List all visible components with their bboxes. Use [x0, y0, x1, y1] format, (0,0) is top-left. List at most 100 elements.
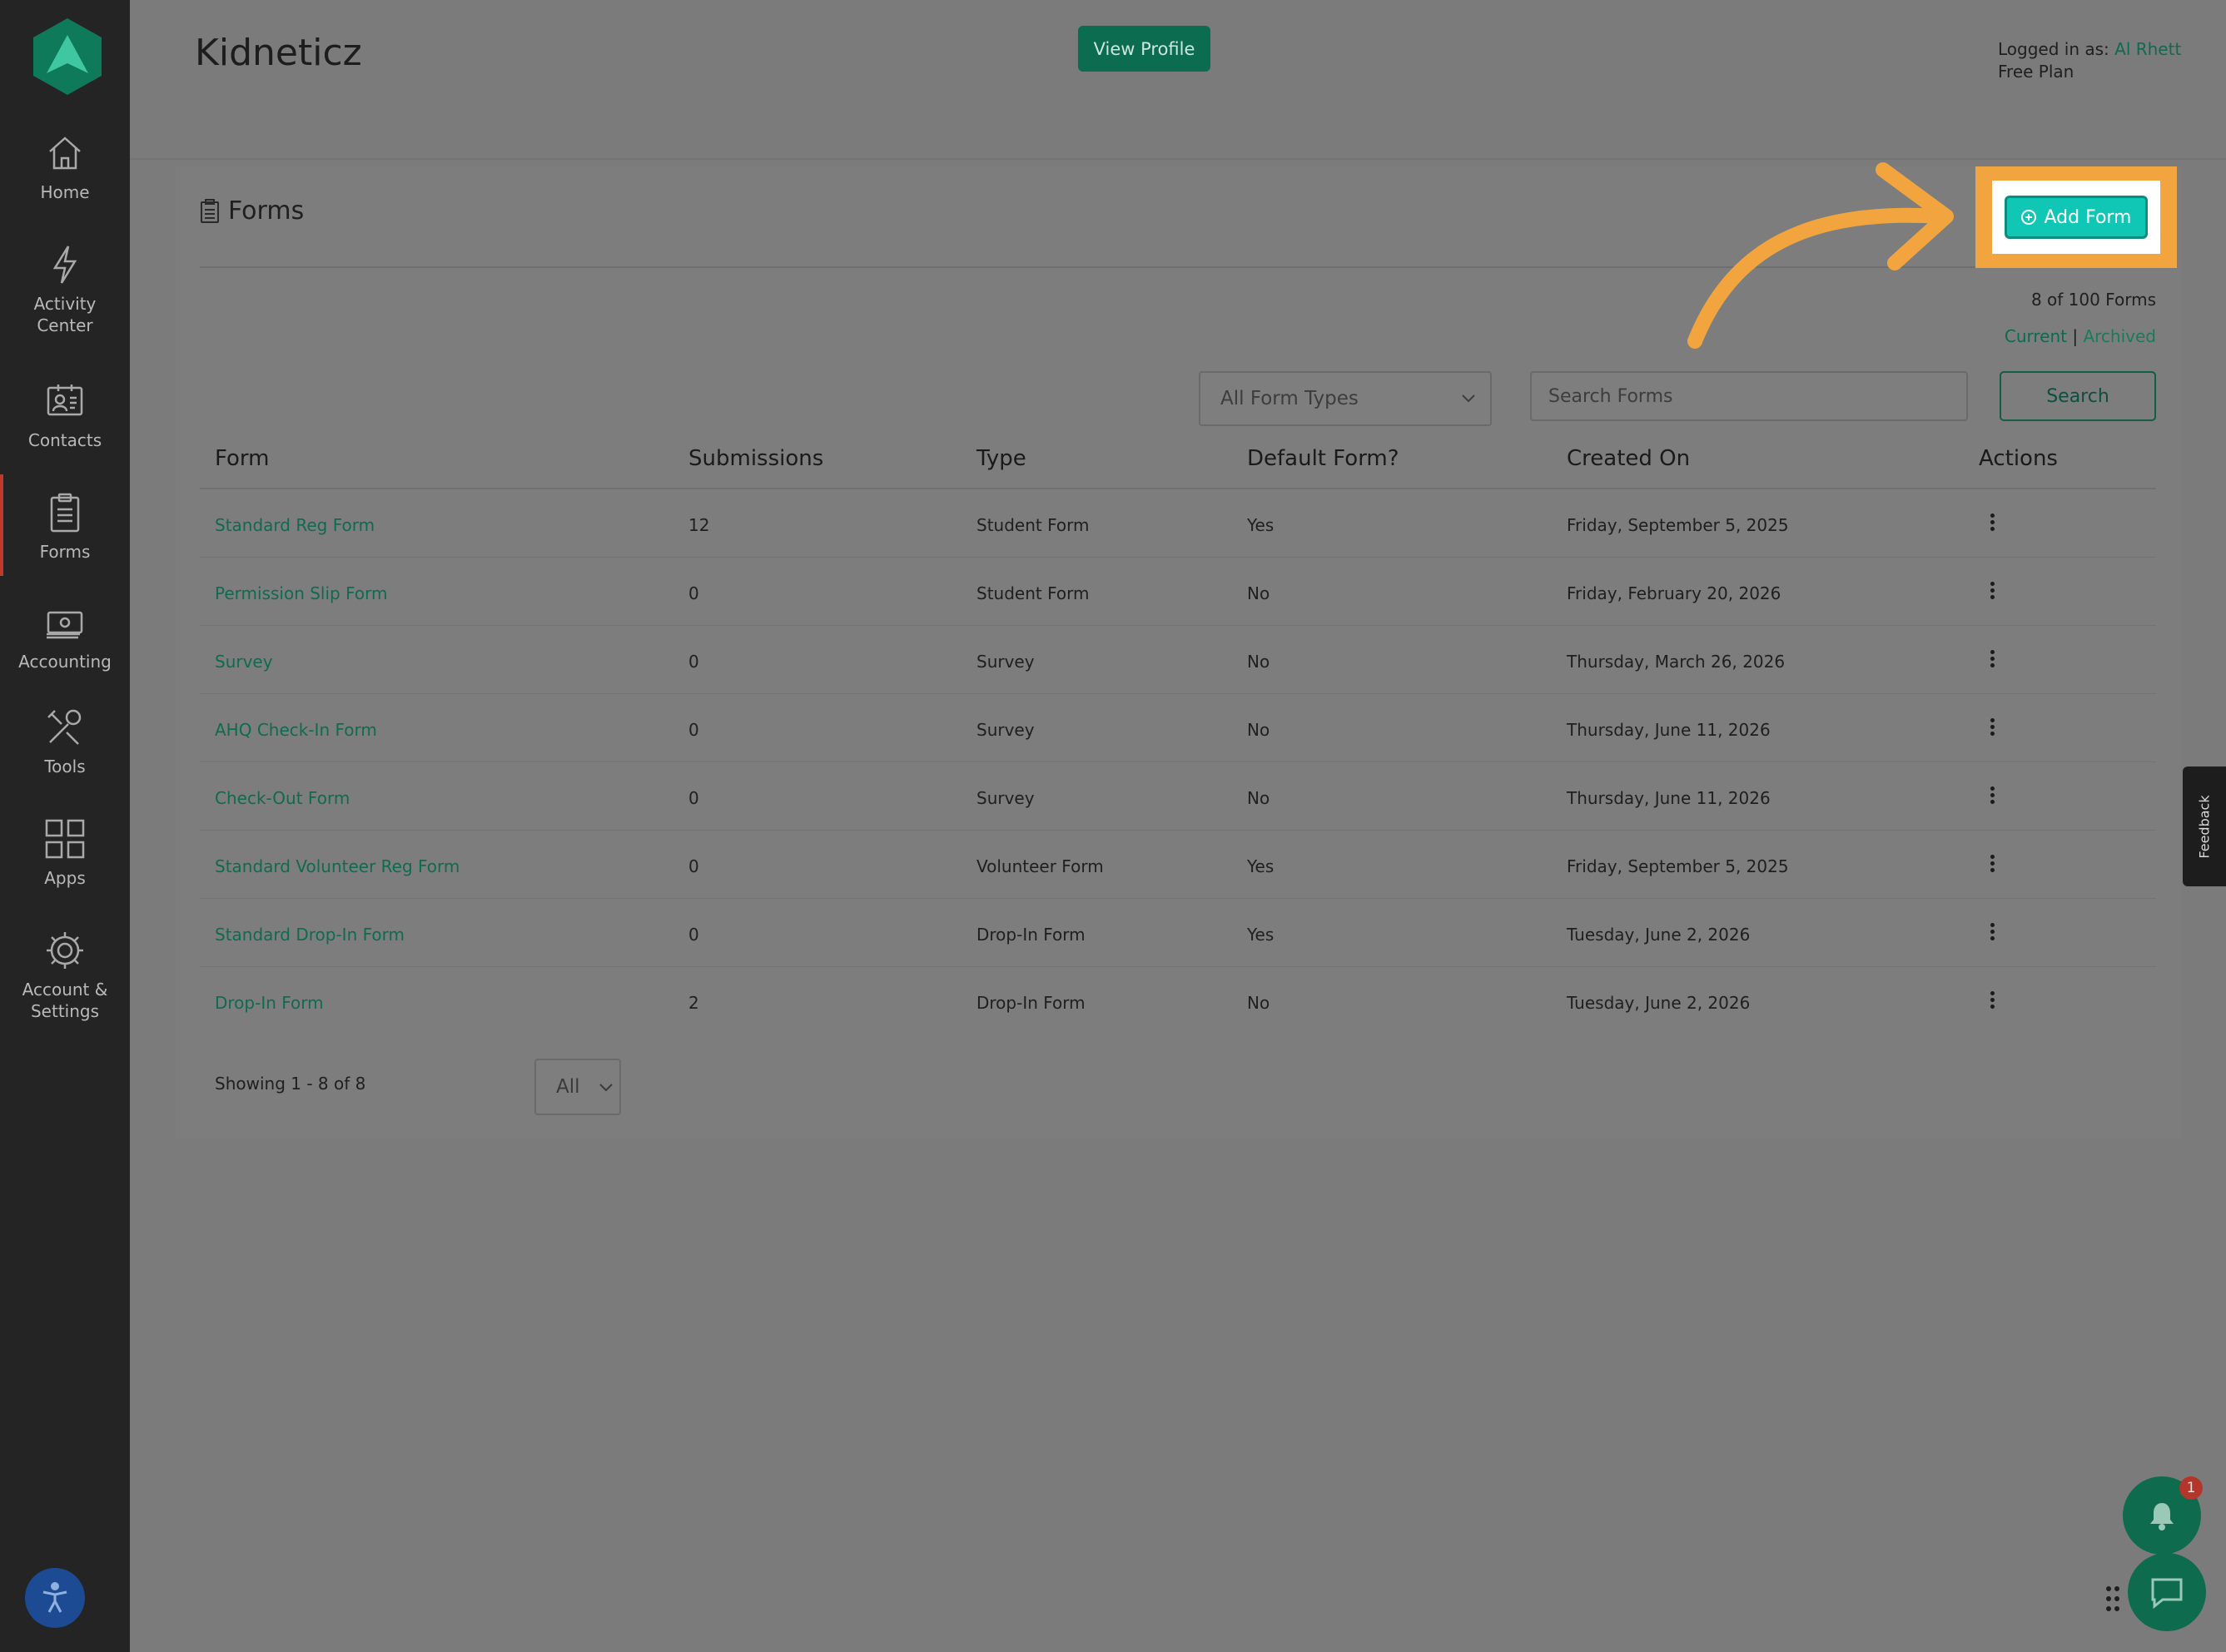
add-form-button[interactable]: Add Form: [2005, 196, 2148, 239]
forms-count: 8 of 100 Forms: [2030, 290, 2156, 310]
chat-icon: [2151, 1578, 2183, 1610]
form-name-link[interactable]: Drop-In Form: [215, 993, 324, 1013]
lightning-icon: [52, 246, 77, 284]
created-on-cell: Friday, September 5, 2025: [1567, 856, 1789, 876]
default-cell: No: [1247, 652, 1270, 672]
archived-filter-link[interactable]: Archived: [2083, 326, 2156, 346]
created-on-cell: Friday, February 20, 2026: [1567, 583, 1781, 603]
filter-separator: |: [2067, 326, 2084, 346]
table-row: Standard Reg Form 12 Student Form Yes Fr…: [0, 489, 2226, 558]
default-cell: Yes: [1247, 515, 1274, 535]
form-name-link[interactable]: Check-Out Form: [215, 788, 350, 808]
sidebar-item-label: Home: [40, 182, 90, 202]
view-profile-button[interactable]: View Profile: [1078, 26, 1210, 72]
form-name-link[interactable]: AHQ Check-In Form: [215, 720, 377, 740]
submissions-cell: 12: [688, 515, 710, 535]
row-actions-menu-icon[interactable]: [1986, 509, 1998, 534]
form-type-select[interactable]: All Form Types: [1199, 371, 1492, 426]
feedback-label: Feedback: [2196, 794, 2213, 859]
row-actions-menu-icon[interactable]: [1986, 646, 1998, 671]
row-actions-menu-icon[interactable]: [1986, 578, 1998, 603]
type-cell: Student Form: [976, 583, 1090, 603]
form-name-link[interactable]: Standard Volunteer Reg Form: [215, 856, 460, 876]
submissions-cell: 2: [688, 993, 699, 1013]
submissions-cell: 0: [688, 856, 699, 876]
created-on-cell: Thursday, June 11, 2026: [1567, 720, 1771, 740]
search-button[interactable]: Search: [2000, 371, 2156, 421]
plan-label: Free Plan: [1998, 62, 2074, 82]
default-cell: Yes: [1247, 856, 1274, 876]
form-name-link[interactable]: Standard Drop-In Form: [215, 925, 405, 945]
column-header-actions: Actions: [1979, 446, 2058, 471]
drag-handle-icon[interactable]: [2104, 1585, 2121, 1613]
type-cell: Survey: [976, 652, 1035, 672]
table-row: Standard Volunteer Reg Form 0 Volunteer …: [0, 831, 2226, 899]
row-actions-menu-icon[interactable]: [1986, 782, 1998, 807]
page-title: Forms: [228, 196, 305, 226]
form-name-link[interactable]: Standard Reg Form: [215, 515, 375, 535]
row-actions-menu-icon[interactable]: [1986, 851, 1998, 876]
sidebar-item-contacts[interactable]: Contacts: [0, 380, 130, 451]
default-cell: No: [1247, 993, 1270, 1013]
forms-heading: Forms: [200, 196, 304, 226]
user-name-link[interactable]: Al Rhett: [2114, 39, 2181, 59]
type-cell: Drop-In Form: [976, 925, 1086, 945]
submissions-cell: 0: [688, 652, 699, 672]
column-header-form[interactable]: Form: [215, 446, 270, 471]
table-row: Permission Slip Form 0 Student Form No F…: [0, 558, 2226, 626]
type-cell: Volunteer Form: [976, 856, 1104, 876]
form-type-select-value: All Form Types: [1220, 388, 1359, 409]
default-cell: No: [1247, 720, 1270, 740]
search-input[interactable]: [1530, 371, 1968, 421]
created-on-cell: Thursday, March 26, 2026: [1567, 652, 1786, 672]
add-form-label: Add Form: [2044, 206, 2132, 228]
sidebar-item-home[interactable]: Home: [0, 131, 130, 203]
status-filter: Current | Archived: [2005, 326, 2156, 346]
chat-button[interactable]: [2128, 1553, 2206, 1631]
feedback-tab[interactable]: Feedback: [2183, 766, 2226, 886]
submissions-cell: 0: [688, 720, 699, 740]
current-filter-link[interactable]: Current: [2005, 326, 2067, 346]
pagination-summary: Showing 1 - 8 of 8: [215, 1074, 366, 1094]
accessibility-button[interactable]: [25, 1568, 85, 1628]
plus-circle-icon: [2021, 210, 2037, 225]
home-icon: [49, 136, 81, 170]
column-header-submissions[interactable]: Submissions: [688, 446, 823, 471]
created-on-cell: Friday, September 5, 2025: [1567, 515, 1789, 535]
created-on-cell: Tuesday, June 2, 2026: [1567, 993, 1751, 1013]
accessibility-icon: [42, 1582, 67, 1613]
clipboard-icon: [201, 198, 219, 223]
type-cell: Drop-In Form: [976, 993, 1086, 1013]
table-row: Standard Drop-In Form 0 Drop-In Form Yes…: [0, 899, 2226, 967]
default-cell: No: [1247, 583, 1270, 603]
app-title: Kidneticz: [195, 32, 362, 74]
row-actions-menu-icon[interactable]: [1986, 919, 1998, 944]
table-row: Drop-In Form 2 Drop-In Form No Tuesday, …: [0, 967, 2226, 1035]
row-actions-menu-icon[interactable]: [1986, 714, 1998, 739]
created-on-cell: Thursday, June 11, 2026: [1567, 788, 1771, 808]
app-logo[interactable]: [30, 17, 105, 97]
pointer-arrow-icon: [1682, 158, 1954, 349]
table-row: AHQ Check-In Form 0 Survey No Thursday, …: [0, 694, 2226, 762]
chevron-down-icon: [599, 1084, 613, 1092]
table-header: Form Submissions Type Default Form? Crea…: [0, 446, 2226, 483]
column-header-default[interactable]: Default Form?: [1247, 446, 1399, 471]
created-on-cell: Tuesday, June 2, 2026: [1567, 925, 1751, 945]
type-cell: Student Form: [976, 515, 1090, 535]
sidebar-item-activity-center[interactable]: Activity Center: [0, 243, 130, 336]
chevron-down-icon: [1462, 394, 1475, 403]
notification-count-badge: 1: [2179, 1476, 2203, 1500]
page-size-value: All: [556, 1076, 580, 1098]
form-name-link[interactable]: Survey: [215, 652, 273, 672]
type-cell: Survey: [976, 788, 1035, 808]
row-actions-menu-icon[interactable]: [1986, 987, 1998, 1012]
logged-in-label: Logged in as:: [1998, 39, 2109, 59]
submissions-cell: 0: [688, 788, 699, 808]
bell-icon: [2150, 1503, 2174, 1530]
default-cell: Yes: [1247, 925, 1274, 945]
page-size-select[interactable]: All: [534, 1059, 621, 1115]
column-header-created-on[interactable]: Created On: [1567, 446, 1690, 471]
table-row: Check-Out Form 0 Survey No Thursday, Jun…: [0, 762, 2226, 831]
column-header-type[interactable]: Type: [976, 446, 1026, 471]
form-name-link[interactable]: Permission Slip Form: [215, 583, 387, 603]
